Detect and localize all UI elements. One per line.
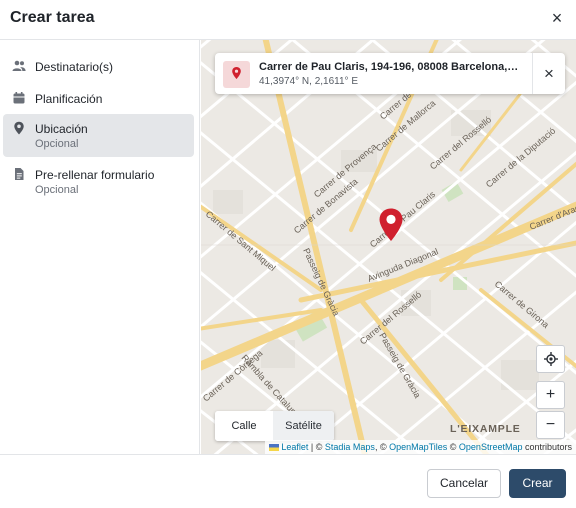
location-pin-icon	[232, 67, 241, 79]
map-tiles[interactable]: Carrer de Pau Claris Carrer de Mallorca …	[201, 40, 576, 454]
district-label: L'EIXAMPLE	[450, 423, 521, 435]
create-button[interactable]: Crear	[509, 469, 566, 498]
attribution-separator: , ©	[374, 442, 390, 452]
zoom-out-button[interactable]: −	[536, 411, 565, 439]
cancel-button[interactable]: Cancelar	[427, 469, 501, 498]
address-pin-badge	[223, 61, 250, 88]
map-view[interactable]: Carrer de Pau Claris Carrer de Mallorca …	[201, 40, 576, 454]
dialog-footer: Cancelar Crear	[0, 454, 576, 508]
locate-me-button[interactable]	[536, 345, 565, 373]
sidebar-item-sublabel: Opcional	[35, 138, 79, 150]
document-icon	[12, 167, 26, 181]
sidebar-item-sublabel: Opcional	[35, 184, 79, 196]
create-task-dialog: Crear tarea × Destinatario(s) Planificac…	[0, 0, 576, 508]
dialog-header: Crear tarea ×	[0, 0, 576, 40]
map-marker-icon[interactable]	[376, 207, 406, 243]
sidebar-item-label: Ubicación	[35, 122, 88, 136]
openmaptiles-link[interactable]: OpenMapTiles	[389, 442, 447, 452]
map-layer-switch: Calle Satélite	[215, 411, 334, 441]
location-pin-icon	[12, 121, 26, 135]
sidebar-item-location[interactable]: Ubicación Opcional	[3, 114, 194, 157]
crosshair-icon	[543, 352, 558, 366]
close-dialog-button[interactable]: ×	[550, 9, 564, 27]
address-card: Carrer de Pau Claris, 194-196, 08008 Bar…	[215, 53, 565, 94]
stadia-maps-link[interactable]: Stadia Maps	[325, 442, 375, 452]
sidebar-item-prefill-form[interactable]: Pre-rellenar formulario Opcional	[3, 160, 194, 200]
address-coordinates: 41,3974° N, 2,1611° E	[259, 76, 358, 87]
leaflet-flag-icon	[268, 444, 279, 451]
street-layer-button[interactable]: Calle	[215, 411, 273, 441]
leaflet-link[interactable]: Leaflet	[281, 442, 308, 452]
sidebar-item-label: Planificación	[35, 92, 103, 106]
sidebar-item-label: Destinatario(s)	[35, 60, 114, 74]
openstreetmap-link[interactable]: OpenStreetMap	[459, 442, 523, 452]
attribution-separator: | ©	[308, 442, 325, 452]
dialog-title: Crear tarea	[10, 9, 95, 26]
people-icon	[12, 59, 26, 73]
calendar-icon	[12, 91, 26, 105]
attribution-suffix: contributors	[522, 442, 572, 452]
map-attribution: Leaflet | © Stadia Maps, © OpenMapTiles …	[264, 440, 576, 454]
attribution-separator: ©	[447, 442, 459, 452]
sidebar-item-recipients[interactable]: Destinatario(s)	[3, 52, 194, 80]
sidebar: Destinatario(s) Planificación Ubicación …	[0, 40, 200, 454]
clear-location-button[interactable]: ×	[532, 53, 565, 94]
satellite-layer-button[interactable]: Satélite	[273, 411, 334, 441]
zoom-in-button[interactable]: +	[536, 381, 565, 409]
sidebar-item-schedule[interactable]: Planificación	[3, 84, 194, 112]
sidebar-item-label: Pre-rellenar formulario	[35, 168, 155, 182]
address-title: Carrer de Pau Claris, 194-196, 08008 Bar…	[259, 61, 521, 73]
